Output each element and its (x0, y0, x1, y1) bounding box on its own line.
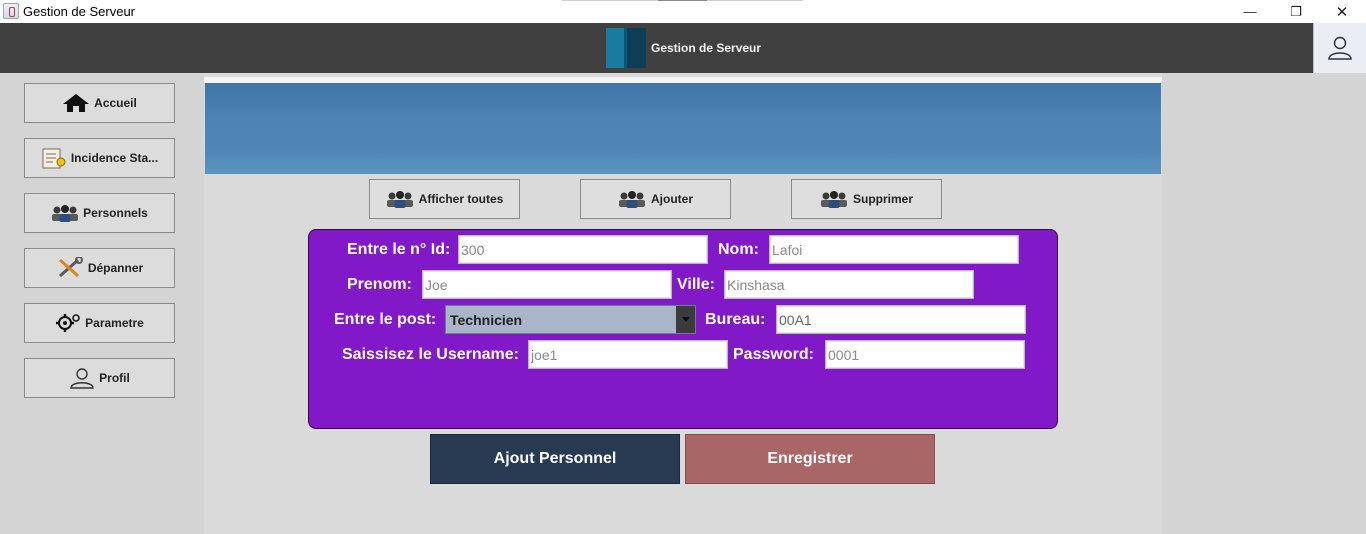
window-title: Gestion de Serveur (23, 4, 136, 19)
people-icon (52, 205, 79, 222)
password-input[interactable] (825, 340, 1025, 369)
id-input[interactable] (458, 235, 708, 264)
sidebar-item-label: Incidence Sta... (70, 151, 159, 165)
app-header: Gestion de Serveur (0, 23, 1366, 73)
tools-icon (58, 257, 83, 278)
bureau-input[interactable] (776, 305, 1026, 334)
nom-input[interactable] (769, 235, 1019, 264)
sidebar-item-accueil[interactable]: Accueil (24, 83, 175, 123)
show-all-button[interactable]: Afficher toutes (369, 179, 520, 219)
id-label: Entre le n° Id: (347, 241, 451, 258)
button-label: Ajout Personnel (493, 450, 617, 467)
main-panel: Afficher toutes Ajouter Supprimer Entre … (204, 73, 1162, 534)
sidebar-item-label: Parametre (85, 316, 144, 330)
delete-button[interactable]: Supprimer (791, 179, 942, 219)
people-icon (619, 191, 645, 208)
post-select-value: Technicien (450, 311, 523, 328)
ajout-personnel-button[interactable]: Ajout Personnel (430, 434, 680, 484)
people-icon (386, 191, 413, 208)
post-select[interactable]: Technicien (445, 305, 696, 334)
button-label: Enregistrer (767, 450, 853, 467)
sidebar-item-profil[interactable]: Profil (24, 358, 175, 398)
close-button[interactable]: ✕ (1319, 0, 1365, 23)
window-title-bar: Gestion de Serveur — ❐ ✕ (0, 0, 1366, 23)
app-logo (606, 28, 646, 68)
header-title: Gestion de Serveur (651, 41, 762, 55)
post-label: Entre le post: (334, 311, 437, 328)
user-icon (1328, 36, 1352, 60)
sidebar-item-personnels[interactable]: Personnels (24, 193, 175, 233)
sidebar-item-label: Accueil (94, 96, 137, 110)
prenom-label: Prenom: (347, 276, 412, 293)
password-label: Password: (733, 346, 814, 363)
username-label: Saissisez le Username: (342, 346, 519, 363)
minimize-button[interactable]: — (1227, 0, 1273, 23)
chevron-down-icon[interactable] (676, 306, 695, 333)
nom-label: Nom: (718, 241, 759, 258)
java-app-icon (3, 3, 19, 19)
title-bar-divider (707, 0, 803, 1)
add-button[interactable]: Ajouter (580, 179, 731, 219)
user-icon (70, 368, 94, 389)
sidebar-item-incidence[interactable]: Incidence Sta... (24, 138, 175, 178)
title-bar-divider (658, 0, 707, 1)
maximize-button[interactable]: ❐ (1273, 0, 1319, 23)
prenom-input[interactable] (422, 270, 672, 299)
username-input[interactable] (528, 340, 728, 369)
sidebar-item-parametre[interactable]: Parametre (24, 303, 175, 343)
user-account-button[interactable] (1313, 23, 1366, 73)
sidebar-item-label: Profil (99, 371, 130, 385)
settings-icon (56, 314, 80, 332)
report-icon (42, 148, 66, 169)
sidebar-item-label: Personnels (83, 206, 148, 220)
sidebar-item-depanner[interactable]: Dépanner (24, 248, 175, 288)
button-label: Ajouter (651, 192, 693, 206)
sidebar-item-label: Dépanner (87, 261, 144, 275)
header-banner-image (205, 83, 1161, 174)
button-label: Supprimer (852, 192, 913, 206)
title-bar-divider (562, 0, 658, 1)
bureau-label: Bureau: (705, 311, 766, 328)
button-label: Afficher toutes (418, 192, 504, 206)
enregistrer-button[interactable]: Enregistrer (685, 434, 935, 484)
ville-label: Ville: (677, 276, 715, 293)
people-icon (820, 191, 847, 208)
ville-input[interactable] (724, 270, 974, 299)
home-icon (63, 94, 90, 112)
personnel-form: Entre le n° Id: Nom: Prenom: Ville: Entr… (308, 229, 1058, 429)
